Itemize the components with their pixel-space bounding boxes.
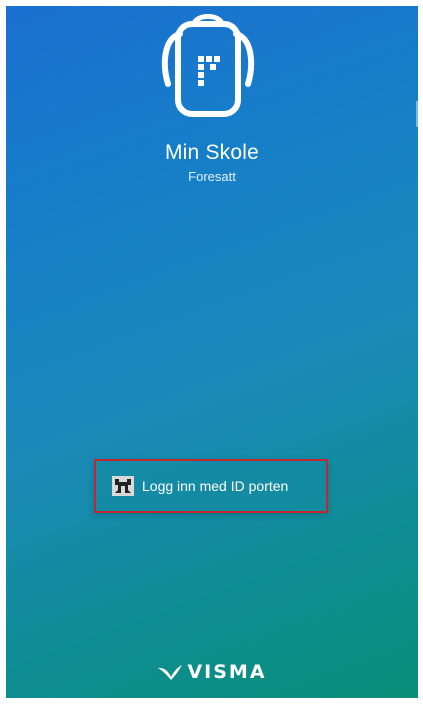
visma-brand: VISMA: [6, 661, 418, 683]
idporten-icon: [112, 476, 134, 496]
scroll-indicator: [416, 101, 418, 127]
brand-name: VISMA: [187, 661, 267, 683]
app-title: Min Skole: [164, 141, 259, 164]
login-button-label: Logg inn med ID porten: [142, 478, 289, 494]
app-subtitle: Foresatt: [188, 169, 236, 184]
login-idporten-button[interactable]: Logg inn med ID porten: [94, 459, 328, 513]
visma-swoosh-icon: [158, 665, 183, 680]
backpack-icon: [161, 14, 255, 117]
login-screen: Min Skole Foresatt Logg inn med ID porte…: [6, 6, 418, 698]
